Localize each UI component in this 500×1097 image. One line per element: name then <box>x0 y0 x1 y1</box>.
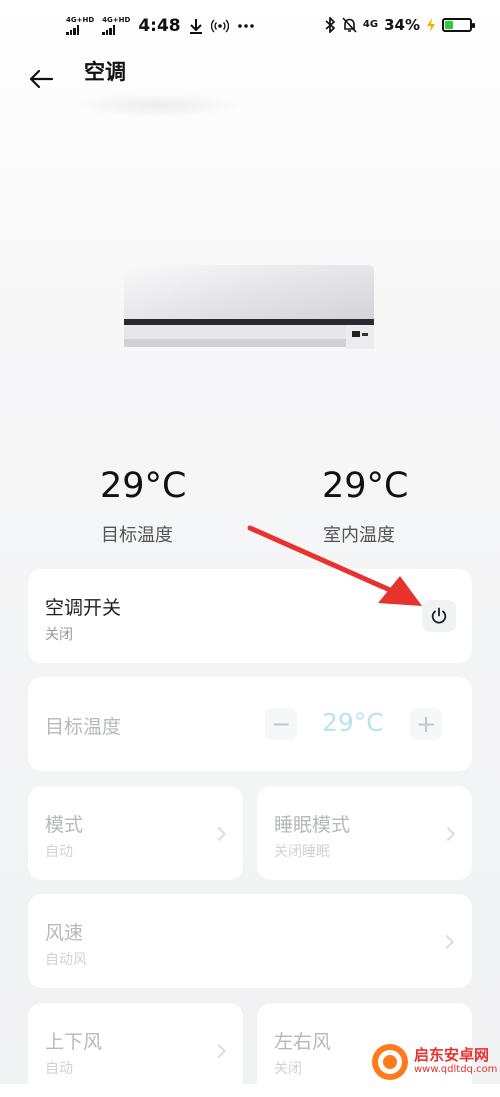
status-bar: 4G+HD 4G+HD 4:48 4G 34% <box>0 0 500 56</box>
battery-icon <box>442 18 475 32</box>
target-temperature-setting: 29°C <box>322 708 384 737</box>
sleep-mode-card[interactable]: 睡眠模式 关闭睡眠 <box>257 786 472 880</box>
vertical-swing-title: 上下风 <box>45 1031 103 1053</box>
watermark-logo-icon <box>372 1044 408 1080</box>
hotspot-icon <box>210 19 229 33</box>
power-card: 空调开关 关闭 <box>28 569 472 663</box>
fan-speed-value: 自动风 <box>45 952 87 968</box>
mute-bell-icon <box>342 17 357 33</box>
watermark-title: 启东安卓网 <box>414 1046 490 1064</box>
horizontal-swing-value: 关闭 <box>274 1061 302 1077</box>
power-button[interactable] <box>422 600 456 632</box>
chevron-right-icon <box>211 826 227 842</box>
page-title: 空调 <box>84 60 126 84</box>
cellular-4g-label: 4G <box>362 19 379 30</box>
power-title: 空调开关 <box>45 597 122 619</box>
clock: 4:48 <box>138 16 181 36</box>
network-label-1: 4G+HD <box>66 16 95 24</box>
signal-bars-icon <box>66 25 79 35</box>
watermark-url: www.qdltdq.com <box>414 1064 498 1075</box>
target-temperature-label: 目标温度 <box>101 525 173 546</box>
download-icon <box>189 19 202 34</box>
charging-bolt-icon <box>427 18 435 32</box>
fan-speed-card[interactable]: 风速 自动风 <box>28 894 472 988</box>
network-indicator-2: 4G+HD <box>102 17 130 35</box>
decrease-temperature-button[interactable]: − <box>265 708 297 740</box>
network-indicator-1: 4G+HD <box>66 17 94 35</box>
watermark: 启东安卓网 www.qdltdq.com <box>370 1040 500 1084</box>
horizontal-swing-title: 左右风 <box>274 1031 332 1053</box>
target-temperature-card: 目标温度 <box>28 677 472 771</box>
mode-title: 模式 <box>45 814 84 836</box>
power-status: 关闭 <box>45 627 73 643</box>
mode-card[interactable]: 模式 自动 <box>28 786 243 880</box>
signal-bars-icon <box>102 25 116 35</box>
air-conditioner-image <box>124 265 374 349</box>
power-icon <box>431 607 447 624</box>
mode-value: 自动 <box>45 844 73 860</box>
network-label-2: 4G+HD <box>102 16 131 24</box>
chevron-right-icon <box>439 934 455 950</box>
chevron-right-icon <box>211 1043 227 1059</box>
status-left: 4G+HD 4G+HD 4:48 <box>66 16 255 36</box>
battery-percentage: 34% <box>384 16 420 34</box>
more-dots-icon <box>237 24 254 28</box>
chevron-right-icon <box>440 826 456 842</box>
target-temperature-value: 29°C <box>100 466 187 506</box>
sleep-mode-value: 关闭睡眠 <box>274 844 330 860</box>
vertical-swing-value: 自动 <box>45 1061 73 1077</box>
fan-speed-title: 风速 <box>45 922 84 944</box>
bluetooth-icon <box>325 17 336 33</box>
battery-level <box>445 21 453 29</box>
back-arrow-icon[interactable] <box>26 64 56 94</box>
indoor-temperature-value: 29°C <box>322 466 409 506</box>
status-right: 4G 34% <box>324 16 475 34</box>
header-shadow <box>70 92 245 118</box>
sleep-mode-title: 睡眠模式 <box>274 814 351 836</box>
vertical-swing-card[interactable]: 上下风 自动 <box>28 1003 243 1097</box>
increase-temperature-button[interactable]: + <box>410 708 442 740</box>
indoor-temperature-label: 室内温度 <box>323 525 395 546</box>
target-temperature-control-label: 目标温度 <box>45 716 122 738</box>
